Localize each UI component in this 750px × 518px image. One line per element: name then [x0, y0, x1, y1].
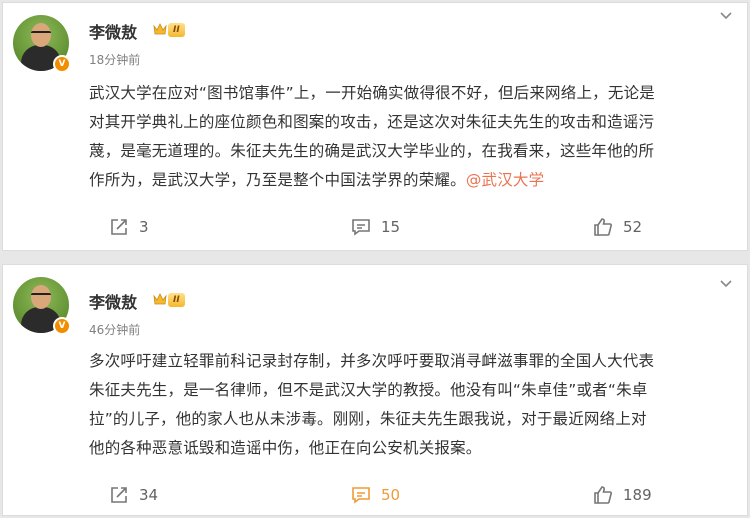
content-line: 武汉大学在应对“图书馆事件”上，一开始确实做得很不好，但后来网络上，无论是	[89, 84, 655, 102]
verified-icon: V	[53, 55, 71, 73]
content-line: 他的各种恶意诋毁和造谣中伤，他正在向公安机关报案。	[89, 439, 482, 457]
mention-link[interactable]: @武汉大学	[466, 171, 545, 189]
like-count: 189	[623, 486, 652, 504]
level-badge[interactable]: II	[168, 293, 185, 307]
like-button[interactable]: 189	[593, 483, 652, 507]
level-badge[interactable]: II	[168, 23, 185, 37]
like-icon	[594, 486, 612, 504]
repost-count: 34	[139, 486, 159, 504]
like-button[interactable]: 52	[593, 215, 642, 239]
content-line: 蔑，是毫无道理的。朱征夫先生的确是武汉大学毕业的，在我看来，这些年他的所	[89, 142, 655, 160]
content-line: 作所为，是武汉大学，乃至是整个中国法学界的荣耀。@武汉大学	[89, 166, 729, 195]
repost-button[interactable]: 34	[109, 483, 158, 507]
author-name[interactable]: 李微敖	[89, 289, 137, 313]
chevron-down-icon[interactable]	[719, 279, 733, 289]
chevron-down-icon[interactable]	[719, 11, 733, 21]
crown-icon	[153, 293, 167, 305]
post-time[interactable]: 46分钟前	[89, 321, 140, 338]
like-count: 52	[623, 218, 643, 236]
post-actions: 34 50 189	[3, 483, 749, 507]
crown-icon	[153, 23, 167, 35]
avatar[interactable]: V	[13, 277, 71, 335]
post-card: V 李微敖 II 46分钟前 多次呼吁建立轻罪前科记录封存制，并多次呼吁要取消寻…	[2, 264, 748, 516]
post-content: 多次呼吁建立轻罪前科记录封存制，并多次呼吁要取消寻衅滋事罪的全国人大代表 朱征夫…	[89, 347, 729, 463]
comment-icon	[352, 219, 370, 236]
content-text: 作所为，是武汉大学，乃至是整个中国法学界的荣耀。	[89, 171, 466, 189]
content-line: 多次呼吁建立轻罪前科记录封存制，并多次呼吁要取消寻衅滋事罪的全国人大代表	[89, 352, 655, 370]
comment-button[interactable]: 50	[351, 483, 400, 507]
post-content: 武汉大学在应对“图书馆事件”上，一开始确实做得很不好，但后来网络上，无论是 对其…	[89, 79, 729, 195]
weibo-feed: V 李微敖 II 18分钟前 武汉大学在应对“图书馆事件”上，一开始确实做得很不…	[0, 0, 750, 518]
avatar[interactable]: V	[13, 15, 71, 73]
repost-icon	[111, 487, 127, 503]
post-card: V 李微敖 II 18分钟前 武汉大学在应对“图书馆事件”上，一开始确实做得很不…	[2, 2, 748, 251]
comment-count: 50	[381, 486, 401, 504]
author-name[interactable]: 李微敖	[89, 19, 137, 43]
repost-icon	[111, 219, 127, 235]
repost-count: 3	[139, 218, 149, 236]
content-line: 朱征夫先生，是一名律师，但不是武汉大学的教授。他没有叫“朱卓佳”或者“朱卓	[89, 381, 648, 399]
post-time[interactable]: 18分钟前	[89, 51, 140, 68]
comment-button[interactable]: 15	[351, 215, 400, 239]
content-line: 对其开学典礼上的座位颜色和图案的攻击，还是这次对朱征夫先生的攻击和造谣污	[89, 113, 655, 131]
post-actions: 3 15 52	[3, 215, 749, 239]
comment-icon	[352, 487, 370, 504]
content-line: 拉”的儿子，他的家人也从未涉毒。刚刚，朱征夫先生跟我说，对于最近网络上对	[89, 410, 647, 428]
verified-icon: V	[53, 317, 71, 335]
comment-count: 15	[381, 218, 401, 236]
repost-button[interactable]: 3	[109, 215, 149, 239]
like-icon	[594, 218, 612, 236]
